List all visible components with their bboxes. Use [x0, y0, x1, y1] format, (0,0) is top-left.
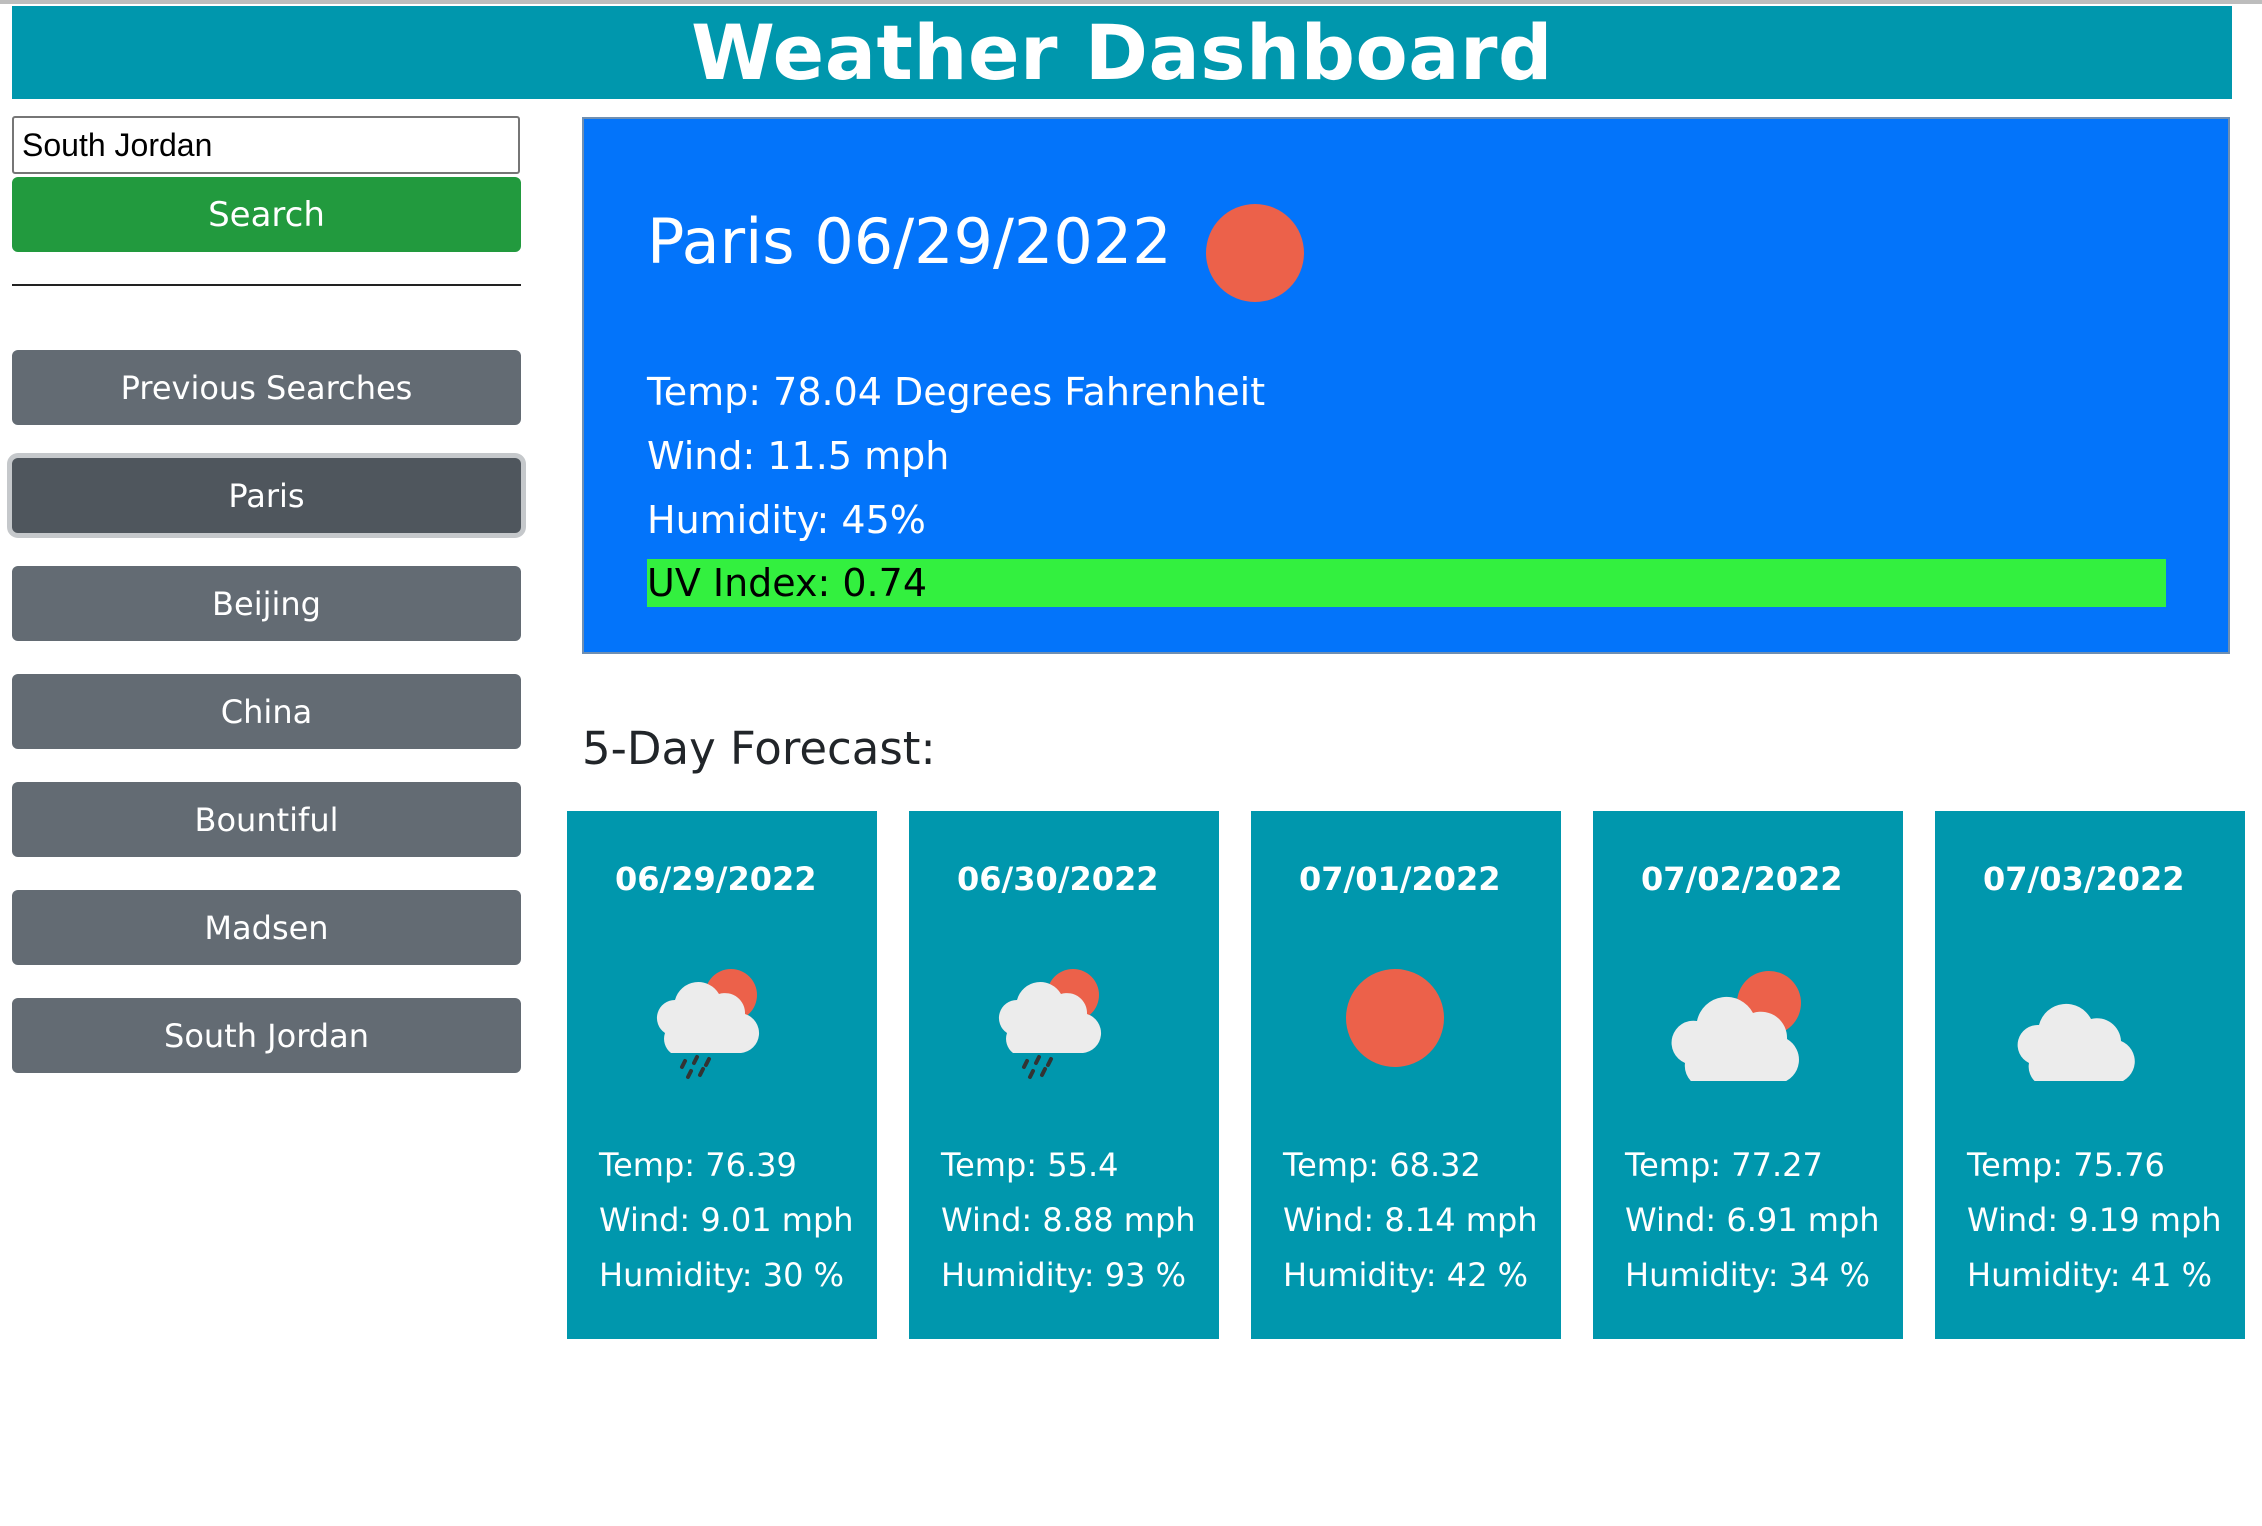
- forecast-humidity: Humidity: 93 %: [941, 1256, 1187, 1294]
- rain-cloud-sun-icon: [998, 969, 1102, 1079]
- forecast-wind: Wind: 9.19 mph: [1967, 1201, 2222, 1239]
- history-city-button-china[interactable]: China: [12, 674, 521, 749]
- forecast-wind: Wind: 8.14 mph: [1283, 1201, 1538, 1239]
- top-border: [0, 0, 2262, 4]
- sun-icon: [1346, 969, 1444, 1067]
- current-wind: Wind: 11.5 mph: [647, 434, 950, 478]
- rain-cloud-sun-icon: [656, 969, 760, 1079]
- search-button[interactable]: Search: [12, 177, 521, 252]
- forecast-humidity: Humidity: 34 %: [1625, 1256, 1871, 1294]
- forecast-temp: Temp: 77.27: [1625, 1146, 1823, 1184]
- history-city-button-beijing[interactable]: Beijing: [12, 566, 521, 641]
- sidebar-divider: [12, 284, 521, 286]
- current-city-date: Paris 06/29/2022: [647, 205, 1172, 278]
- forecast-card: 06/29/2022 Temp: 76.39 Wind: 9.01 mph Hu…: [567, 811, 877, 1339]
- forecast-date: 07/01/2022: [1299, 860, 1501, 898]
- forecast-temp: Temp: 75.76: [1967, 1146, 2165, 1184]
- history-city-button-bountiful[interactable]: Bountiful: [12, 782, 521, 857]
- forecast-temp: Temp: 55.4: [941, 1146, 1119, 1184]
- sun-icon: [1206, 204, 1304, 302]
- forecast-date: 06/29/2022: [615, 860, 817, 898]
- history-city-button-madsen[interactable]: Madsen: [12, 890, 521, 965]
- uv-index-badge: UV Index: 0.74: [647, 559, 2166, 607]
- forecast-humidity: Humidity: 41 %: [1967, 1256, 2213, 1294]
- forecast-date: 06/30/2022: [957, 860, 1159, 898]
- city-search-input[interactable]: [12, 116, 520, 174]
- cloud-sun-icon: [1671, 971, 1801, 1081]
- previous-searches-button[interactable]: Previous Searches: [12, 350, 521, 425]
- forecast-wind: Wind: 9.01 mph: [599, 1201, 854, 1239]
- current-humidity: Humidity: 45%: [647, 498, 926, 542]
- app-header: Weather Dashboard: [12, 6, 2232, 99]
- forecast-card: 07/02/2022 Temp: 77.27 Wind: 6.91 mph Hu…: [1593, 811, 1903, 1339]
- forecast-card: 07/03/2022 Temp: 75.76 Wind: 9.19 mph Hu…: [1935, 811, 2245, 1339]
- history-city-button-paris[interactable]: Paris: [12, 458, 521, 533]
- cloud-icon: [2017, 1003, 2135, 1081]
- forecast-card: 07/01/2022 Temp: 68.32 Wind: 8.14 mph Hu…: [1251, 811, 1561, 1339]
- forecast-temp: Temp: 68.32: [1283, 1146, 1481, 1184]
- forecast-wind: Wind: 8.88 mph: [941, 1201, 1196, 1239]
- forecast-date: 07/03/2022: [1983, 860, 2185, 898]
- forecast-wind: Wind: 6.91 mph: [1625, 1201, 1880, 1239]
- history-city-button-south-jordan[interactable]: South Jordan: [12, 998, 521, 1073]
- current-temp: Temp: 78.04 Degrees Fahrenheit: [647, 370, 1266, 414]
- forecast-humidity: Humidity: 42 %: [1283, 1256, 1529, 1294]
- forecast-date: 07/02/2022: [1641, 860, 1843, 898]
- forecast-card: 06/30/2022 Temp: 55.4 Wind: 8.88 mph Hum…: [909, 811, 1219, 1339]
- forecast-humidity: Humidity: 30 %: [599, 1256, 845, 1294]
- forecast-heading: 5-Day Forecast:: [582, 722, 936, 775]
- forecast-temp: Temp: 76.39: [599, 1146, 797, 1184]
- current-weather-panel: Paris 06/29/2022 Temp: 78.04 Degrees Fah…: [582, 117, 2230, 654]
- page-title: Weather Dashboard: [691, 7, 1553, 97]
